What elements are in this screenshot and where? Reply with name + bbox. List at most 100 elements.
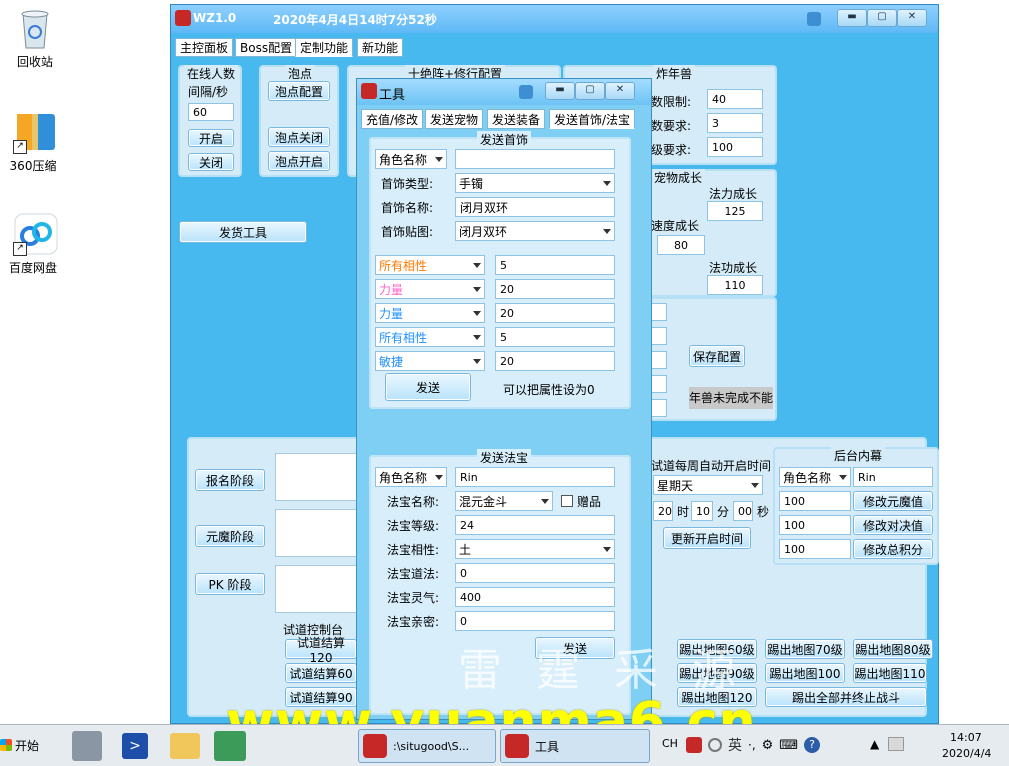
- kick-70-button[interactable]: 踢出地图70级: [765, 639, 845, 659]
- bubble-off-button[interactable]: 泡点关闭: [268, 127, 330, 147]
- treasure-affinity-input[interactable]: 0: [455, 611, 615, 631]
- tab-new-functions[interactable]: 新功能: [357, 38, 404, 57]
- skin-icon[interactable]: [807, 12, 821, 26]
- save-config-button[interactable]: 保存配置: [689, 345, 745, 367]
- jewelry-type-select[interactable]: 手镯: [455, 173, 615, 193]
- nian-count-input[interactable]: 3: [707, 113, 763, 133]
- desktop-icon-recycle-bin[interactable]: 回收站: [0, 6, 70, 70]
- send-tool-button[interactable]: 发货工具: [179, 221, 307, 243]
- interval-input[interactable]: 60: [188, 103, 234, 121]
- tool-minimize-button[interactable]: ▬: [545, 82, 575, 100]
- tool-maximize-button[interactable]: ▢: [575, 82, 605, 100]
- app-shortcut-icon[interactable]: [214, 731, 246, 761]
- tool-close-button[interactable]: ✕: [605, 82, 635, 100]
- attribute-select[interactable]: 所有相性: [375, 327, 485, 347]
- modify-total-button[interactable]: 修改总积分: [853, 539, 933, 559]
- windows-logo-icon: [0, 739, 12, 751]
- modify-duel-button[interactable]: 修改对决值: [853, 515, 933, 535]
- config-input-1[interactable]: [651, 303, 667, 321]
- tab-custom-functions[interactable]: 定制功能: [295, 38, 354, 57]
- clock-date[interactable]: 2020/4/4: [942, 747, 991, 760]
- treasure-dao-input[interactable]: 0: [455, 563, 615, 583]
- tool-skin-icon[interactable]: [519, 85, 533, 99]
- tab-send-pet[interactable]: 发送宠物: [425, 109, 484, 129]
- yuanmo-value-input[interactable]: 100: [779, 491, 851, 511]
- bubble-config-button[interactable]: 泡点配置: [268, 81, 330, 101]
- config-input-2[interactable]: [651, 327, 667, 345]
- start-button[interactable]: 开始: [0, 733, 46, 757]
- total-score-input[interactable]: 100: [779, 539, 851, 559]
- duel-value-input[interactable]: 100: [779, 515, 851, 535]
- server-manager-icon[interactable]: [72, 731, 102, 761]
- gift-checkbox[interactable]: [561, 495, 573, 507]
- online-close-button[interactable]: 关闭: [188, 153, 234, 171]
- task-button-situgood[interactable]: :\situgood\S...: [358, 729, 496, 763]
- ime-toolbar[interactable]: 英 ·, ⚙ ⌨ ?: [686, 733, 846, 757]
- jewelry-role-input[interactable]: [455, 149, 615, 169]
- attribute-select[interactable]: 力量: [375, 279, 485, 299]
- minimize-button[interactable]: ▬: [837, 9, 867, 27]
- jewelry-img-select[interactable]: 闭月双环: [455, 221, 615, 241]
- treasure-element-select[interactable]: 土: [455, 539, 615, 559]
- kick-all-button[interactable]: 踢出全部并终止战斗: [765, 687, 927, 707]
- trial-settle-60-button[interactable]: 试道结算60: [285, 663, 357, 683]
- treasure-name-select[interactable]: 混元金斗: [455, 491, 553, 511]
- tab-main-panel[interactable]: 主控面板: [175, 38, 234, 57]
- jewelry-role-select[interactable]: 角色名称: [375, 149, 447, 169]
- network-icon[interactable]: [888, 737, 904, 751]
- close-button[interactable]: ✕: [897, 9, 927, 27]
- treasure-role-input[interactable]: Rin: [455, 467, 615, 487]
- task-button-tool[interactable]: 工具: [500, 729, 650, 763]
- skill-growth-input[interactable]: 110: [707, 275, 763, 295]
- attribute-value-input[interactable]: 5: [495, 255, 615, 275]
- treasure-role-select[interactable]: 角色名称: [375, 467, 447, 487]
- treasure-spirit-input[interactable]: 400: [455, 587, 615, 607]
- modify-yuanmo-button[interactable]: 修改元魔值: [853, 491, 933, 511]
- online-open-button[interactable]: 开启: [188, 129, 234, 147]
- mana-growth-input[interactable]: 125: [707, 201, 763, 221]
- minute-input[interactable]: 10: [691, 501, 713, 521]
- kick-80-button[interactable]: 踢出地图80级: [853, 639, 933, 659]
- pk-stage-button[interactable]: PK 阶段: [195, 573, 265, 595]
- attribute-select[interactable]: 所有相性: [375, 255, 485, 275]
- signup-stage-button[interactable]: 报名阶段: [195, 469, 265, 491]
- hour-input[interactable]: 20: [653, 501, 673, 521]
- show-hidden-icons[interactable]: ▲: [870, 737, 879, 751]
- attribute-select[interactable]: 敏捷: [375, 351, 485, 371]
- desktop-icon-360-archive[interactable]: ↗ 360压缩: [0, 110, 68, 174]
- clock-time[interactable]: 14:07: [950, 731, 982, 744]
- attribute-value-input[interactable]: 5: [495, 327, 615, 347]
- config-input-3[interactable]: [651, 351, 667, 369]
- desktop-icon-baidu-netdisk[interactable]: ↗ 百度网盘: [0, 212, 68, 276]
- treasure-level-input[interactable]: 24: [455, 515, 615, 535]
- jewelry-send-button[interactable]: 发送: [385, 373, 471, 401]
- config-input-5[interactable]: [651, 399, 667, 417]
- tab-send-jewelry-treasure[interactable]: 发送首饰/法宝: [549, 109, 636, 129]
- attribute-value-input[interactable]: 20: [495, 303, 615, 323]
- maximize-button[interactable]: ▢: [867, 9, 897, 27]
- kick-110-button[interactable]: 踢出地图110: [853, 663, 927, 683]
- nian-level-input[interactable]: 100: [707, 137, 763, 157]
- update-time-button[interactable]: 更新开启时间: [663, 527, 751, 549]
- tab-send-equipment[interactable]: 发送装备: [487, 109, 546, 129]
- trial-settle-120-button[interactable]: 试道结算120: [285, 636, 357, 665]
- nian-limit-input[interactable]: 40: [707, 89, 763, 109]
- second-input[interactable]: 00: [733, 501, 753, 521]
- attribute-value-input[interactable]: 20: [495, 351, 615, 371]
- attribute-value-input[interactable]: 20: [495, 279, 615, 299]
- bubble-on-button[interactable]: 泡点开启: [268, 151, 330, 171]
- kick-100-button[interactable]: 踢出地图100: [765, 663, 845, 683]
- yuanmo-stage-button[interactable]: 元魔阶段: [195, 525, 265, 547]
- file-explorer-icon[interactable]: [170, 733, 200, 759]
- backend-role-select[interactable]: 角色名称: [779, 467, 851, 487]
- jewelry-name-input[interactable]: 闭月双环: [455, 197, 615, 217]
- tab-boss-config[interactable]: Boss配置: [235, 38, 298, 57]
- speed-growth-input[interactable]: 80: [657, 235, 705, 255]
- tab-recharge[interactable]: 充值/修改: [361, 109, 424, 129]
- powershell-icon[interactable]: >: [122, 733, 148, 759]
- backend-role-input[interactable]: Rin: [853, 467, 933, 487]
- config-input-4[interactable]: [651, 375, 667, 393]
- attribute-select[interactable]: 力量: [375, 303, 485, 323]
- weekday-select[interactable]: 星期天: [653, 475, 763, 495]
- ime-indicator[interactable]: CH: [662, 737, 678, 750]
